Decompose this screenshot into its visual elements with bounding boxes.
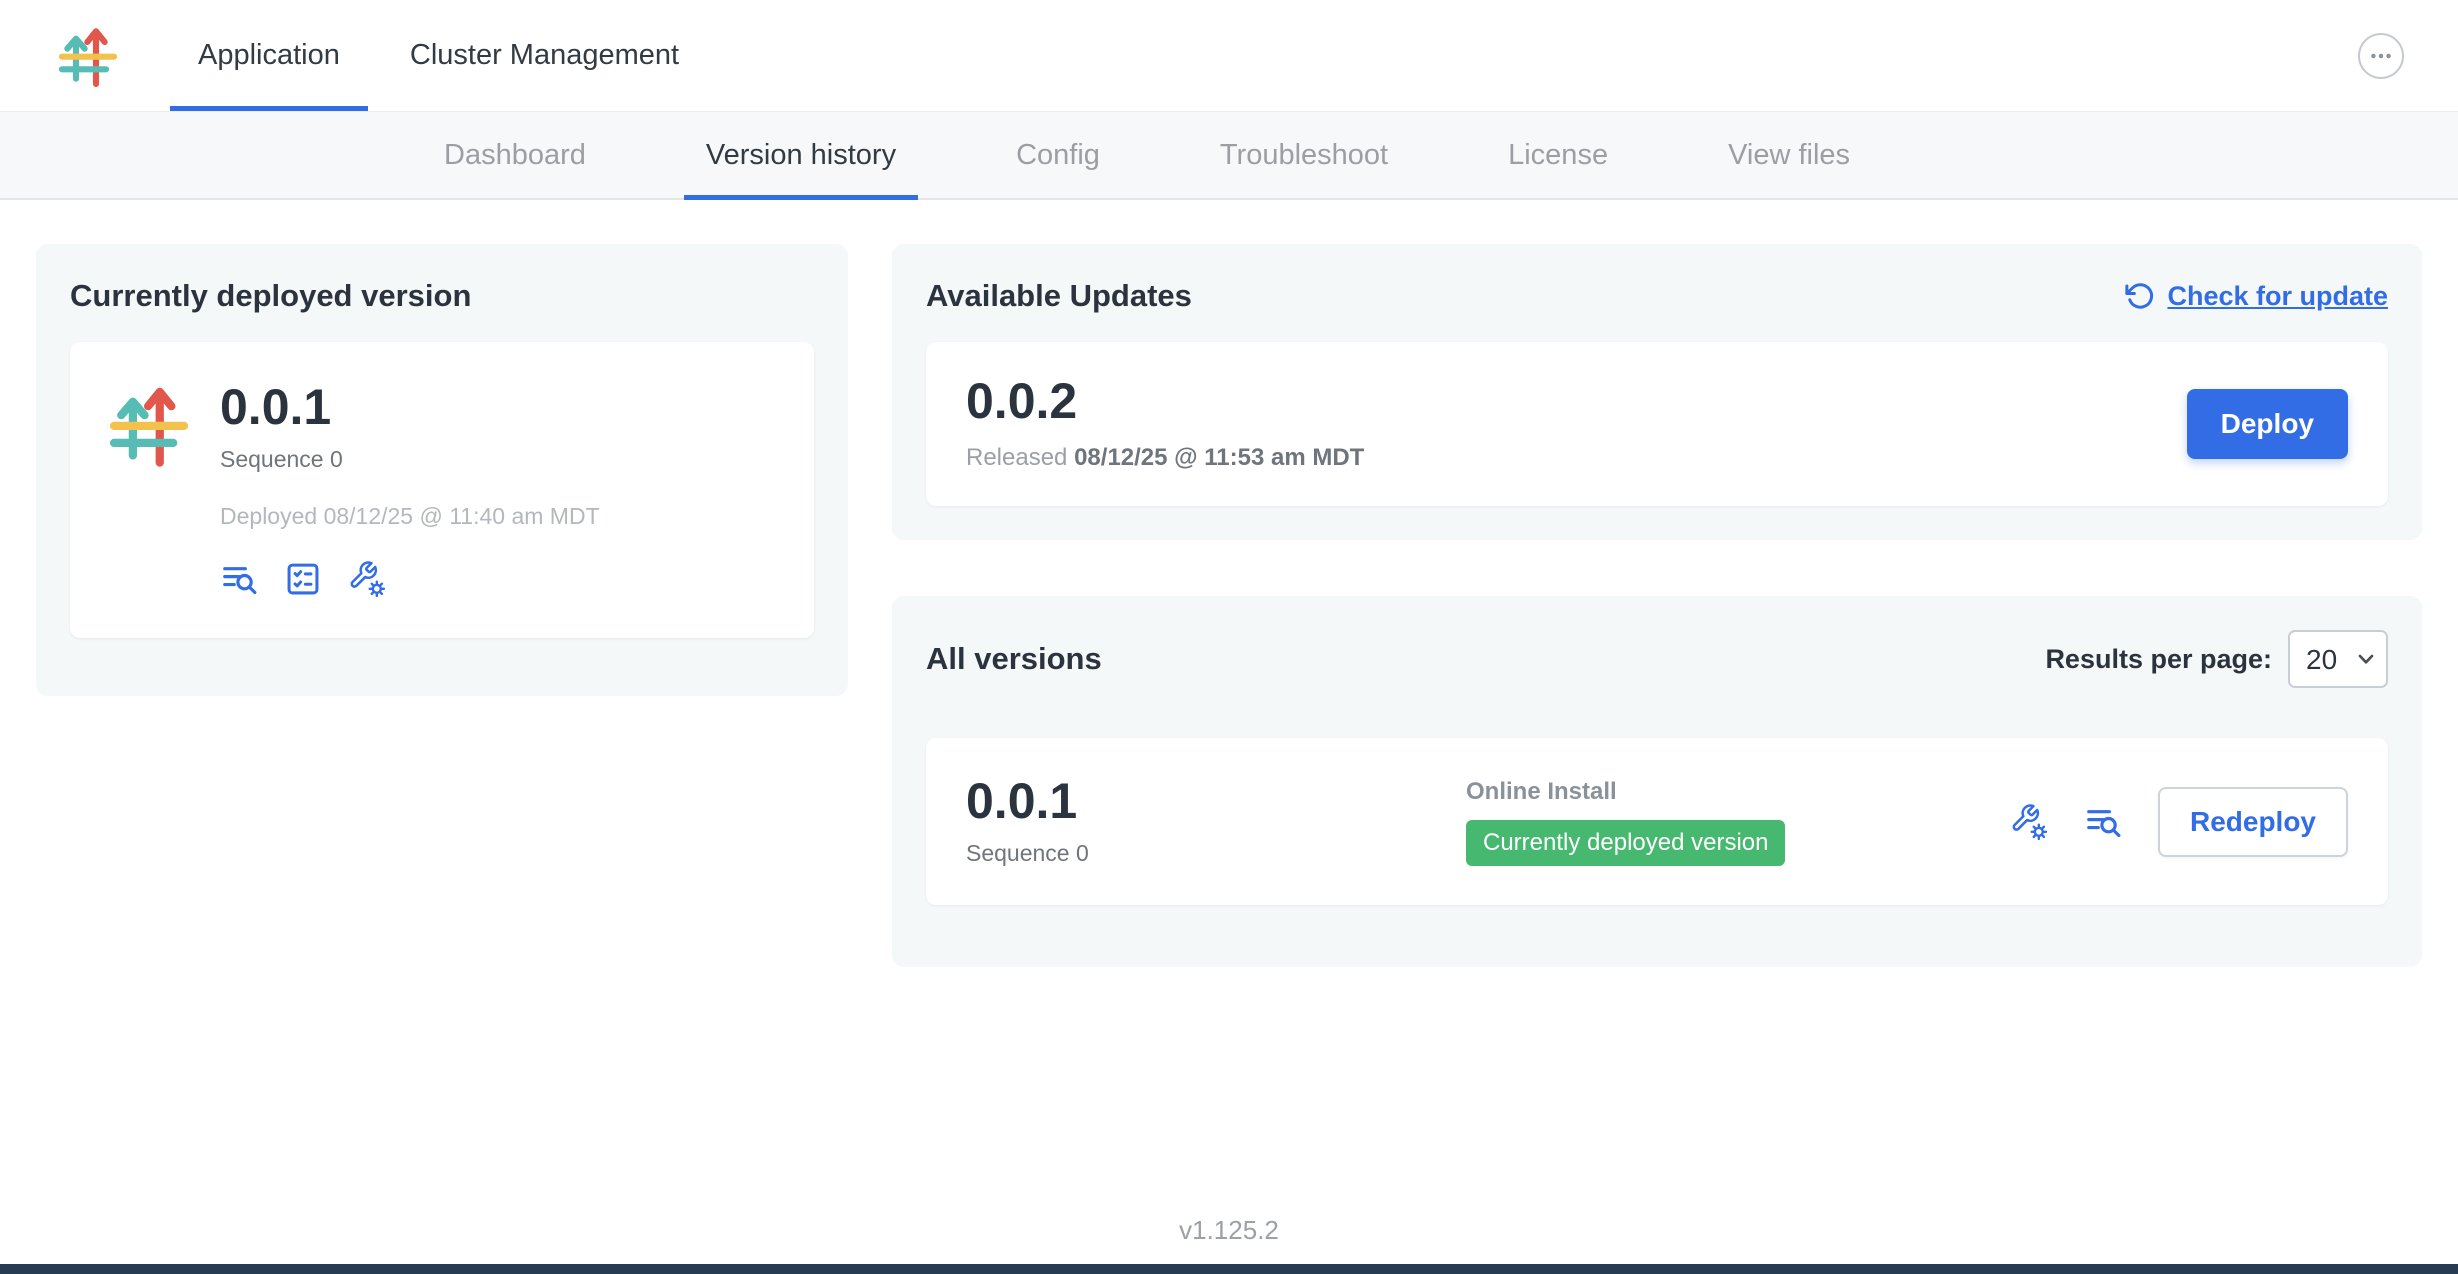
ellipsis-icon — [2367, 42, 2395, 70]
tab-application-label: Application — [198, 39, 340, 72]
subnav-label: Dashboard — [444, 139, 586, 172]
results-per-page: Results per page: 20 — [2045, 630, 2388, 688]
version-row-info: 0.0.1 Sequence 0 — [966, 776, 1466, 867]
deployed-version-info: 0.0.1 Sequence 0 Deployed 08/12/25 @ 11:… — [220, 382, 600, 598]
subnav-item-dashboard[interactable]: Dashboard — [444, 112, 586, 198]
subnav-item-version-history[interactable]: Version history — [706, 112, 896, 198]
released-date: 08/12/25 @ 11:53 am MDT — [1074, 444, 1364, 471]
app-subnav: Dashboard Version history Config Trouble… — [0, 112, 2458, 200]
all-versions-card: All versions Results per page: 20 — [892, 596, 2422, 967]
deployed-status-badge: Currently deployed version — [1466, 820, 1785, 866]
row-sequence: Sequence 0 — [966, 840, 1466, 867]
row-version-number: 0.0.1 — [966, 776, 1466, 826]
wrench-gear-icon — [2010, 803, 2048, 841]
update-version-number: 0.0.2 — [966, 376, 1364, 426]
subnav-label: Config — [1016, 139, 1100, 172]
subnav-item-config[interactable]: Config — [1016, 112, 1100, 198]
right-column: Available Updates Check for update 0.0.2… — [892, 244, 2422, 967]
preflight-checks-icon — [284, 560, 322, 598]
view-logs-icon — [220, 560, 258, 598]
check-for-update-link[interactable]: Check for update — [2125, 281, 2388, 312]
version-row-status: Online Install Currently deployed versio… — [1466, 778, 1785, 866]
main-content: Currently deployed version 0.0.1 Sequenc… — [0, 200, 2458, 967]
app-logo-icon — [56, 24, 120, 88]
install-type-label: Online Install — [1466, 778, 1785, 806]
tab-application[interactable]: Application — [170, 0, 368, 111]
subnav-label: View files — [1728, 139, 1850, 172]
all-versions-title: All versions — [926, 641, 1102, 677]
results-per-page-label: Results per page: — [2045, 644, 2272, 675]
update-info: 0.0.2 Released 08/12/25 @ 11:53 am MDT — [966, 376, 1364, 472]
available-updates-title: Available Updates — [926, 278, 1192, 314]
subnav-item-license[interactable]: License — [1508, 112, 1608, 198]
console-version: v1.125.2 — [0, 1215, 2458, 1246]
deployed-card-title: Currently deployed version — [70, 278, 814, 314]
version-row-actions: Redeploy — [2010, 787, 2348, 857]
subnav-label: Troubleshoot — [1220, 139, 1388, 172]
deployed-sequence: Sequence 0 — [220, 446, 600, 473]
row-view-logs-button[interactable] — [2084, 803, 2122, 841]
results-per-page-select-wrap: 20 — [2288, 630, 2388, 688]
row-edit-config-button[interactable] — [2010, 803, 2048, 841]
edit-config-button[interactable] — [348, 560, 386, 598]
deployed-version-number: 0.0.1 — [220, 382, 600, 432]
available-updates-card: Available Updates Check for update 0.0.2… — [892, 244, 2422, 540]
currently-deployed-card: Currently deployed version 0.0.1 Sequenc… — [36, 244, 848, 696]
wrench-gear-icon — [348, 560, 386, 598]
update-row: 0.0.2 Released 08/12/25 @ 11:53 am MDT D… — [926, 342, 2388, 506]
view-logs-button[interactable] — [220, 560, 258, 598]
redeploy-button[interactable]: Redeploy — [2158, 787, 2348, 857]
more-menu-button[interactable] — [2358, 33, 2404, 79]
version-row: 0.0.1 Sequence 0 Online Install Currentl… — [926, 738, 2388, 905]
tab-cluster-management[interactable]: Cluster Management — [382, 0, 707, 111]
preflight-checks-button[interactable] — [284, 560, 322, 598]
deployed-actions — [220, 560, 600, 598]
refresh-icon — [2125, 281, 2155, 311]
version-history-page: Application Cluster Management Dashboard… — [0, 0, 2458, 1274]
subnav-label: License — [1508, 139, 1608, 172]
update-released-line: Released 08/12/25 @ 11:53 am MDT — [966, 444, 1364, 472]
deployed-version-panel: 0.0.1 Sequence 0 Deployed 08/12/25 @ 11:… — [70, 342, 814, 638]
top-nav-tabs: Application Cluster Management — [170, 0, 721, 111]
view-logs-icon — [2084, 803, 2122, 841]
results-per-page-select[interactable]: 20 — [2288, 630, 2388, 688]
check-for-update-label: Check for update — [2167, 281, 2388, 312]
released-prefix: Released — [966, 444, 1067, 471]
deploy-button[interactable]: Deploy — [2187, 389, 2348, 459]
tab-cluster-management-label: Cluster Management — [410, 39, 679, 72]
footer-bar — [0, 1264, 2458, 1274]
subnav-item-view-files[interactable]: View files — [1728, 112, 1850, 198]
subnav-item-troubleshoot[interactable]: Troubleshoot — [1220, 112, 1388, 198]
app-version-icon — [106, 382, 192, 598]
subnav-label: Version history — [706, 139, 896, 172]
deployed-timestamp: Deployed 08/12/25 @ 11:40 am MDT — [220, 503, 600, 530]
top-navbar: Application Cluster Management — [0, 0, 2458, 112]
